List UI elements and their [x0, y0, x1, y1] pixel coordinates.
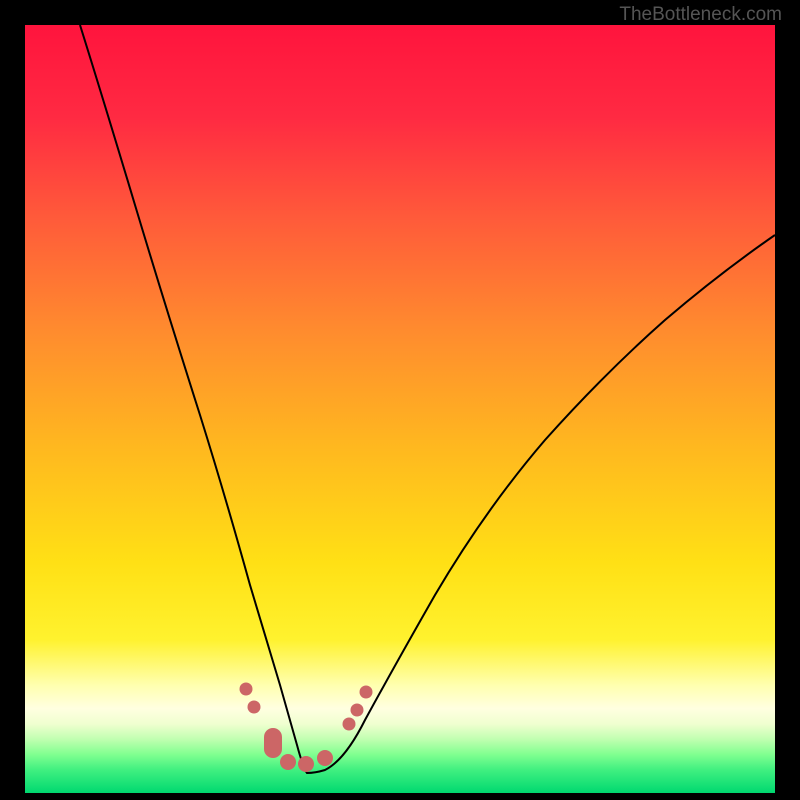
- data-marker: [360, 685, 373, 698]
- data-marker: [264, 728, 282, 758]
- data-marker: [298, 756, 314, 772]
- data-markers-layer: [25, 25, 775, 793]
- data-marker: [350, 704, 363, 717]
- data-marker: [280, 754, 296, 770]
- watermark-text: TheBottleneck.com: [619, 4, 782, 26]
- data-marker: [317, 750, 333, 766]
- chart-container: [25, 25, 775, 793]
- data-marker: [247, 700, 260, 713]
- data-marker: [240, 683, 253, 696]
- data-marker: [343, 717, 356, 730]
